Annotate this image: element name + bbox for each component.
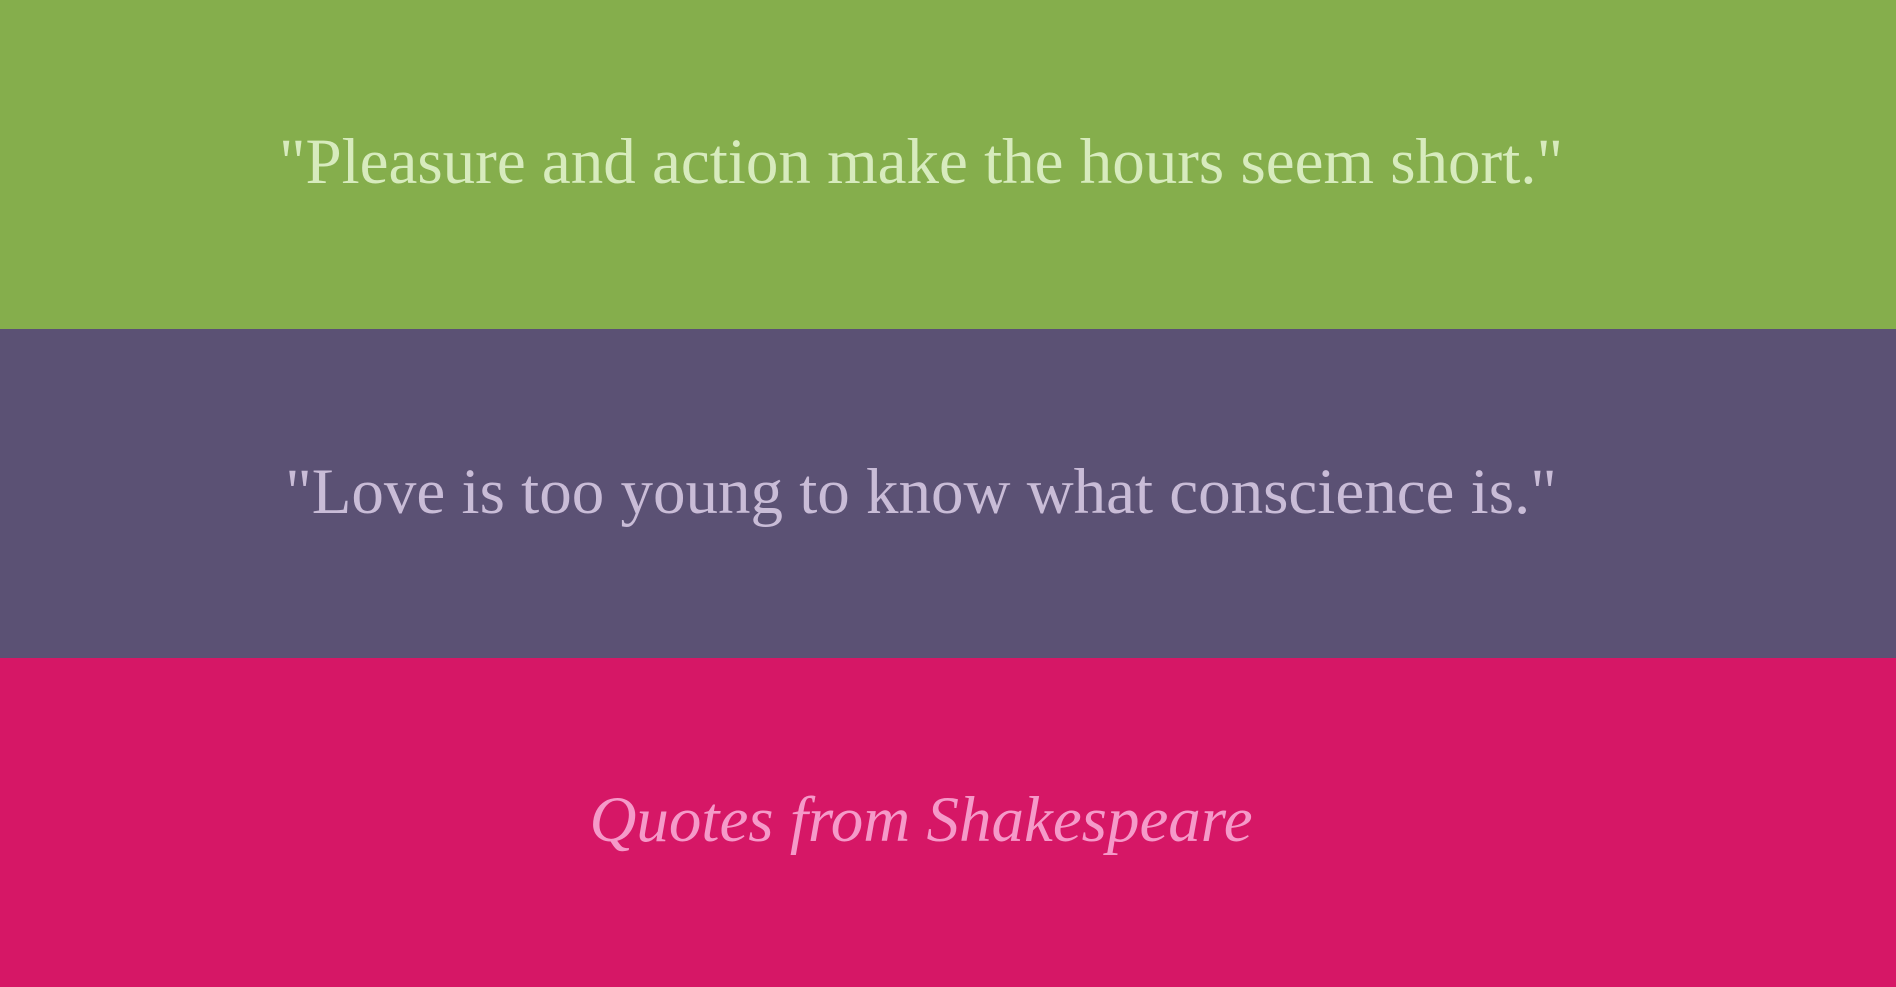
quote-text-1: "Pleasure and action make the hours seem…: [278, 126, 1564, 198]
quote-text-2: "Love is too young to know what conscien…: [285, 456, 1557, 528]
quotes-page: "Pleasure and action make the hours seem…: [0, 0, 1896, 987]
footer-band: Quotes from Shakespeare: [0, 658, 1896, 987]
footer-title: Quotes from Shakespeare: [589, 784, 1253, 856]
quote-band-2: "Love is too young to know what conscien…: [0, 329, 1896, 658]
quote-band-1: "Pleasure and action make the hours seem…: [0, 0, 1896, 329]
